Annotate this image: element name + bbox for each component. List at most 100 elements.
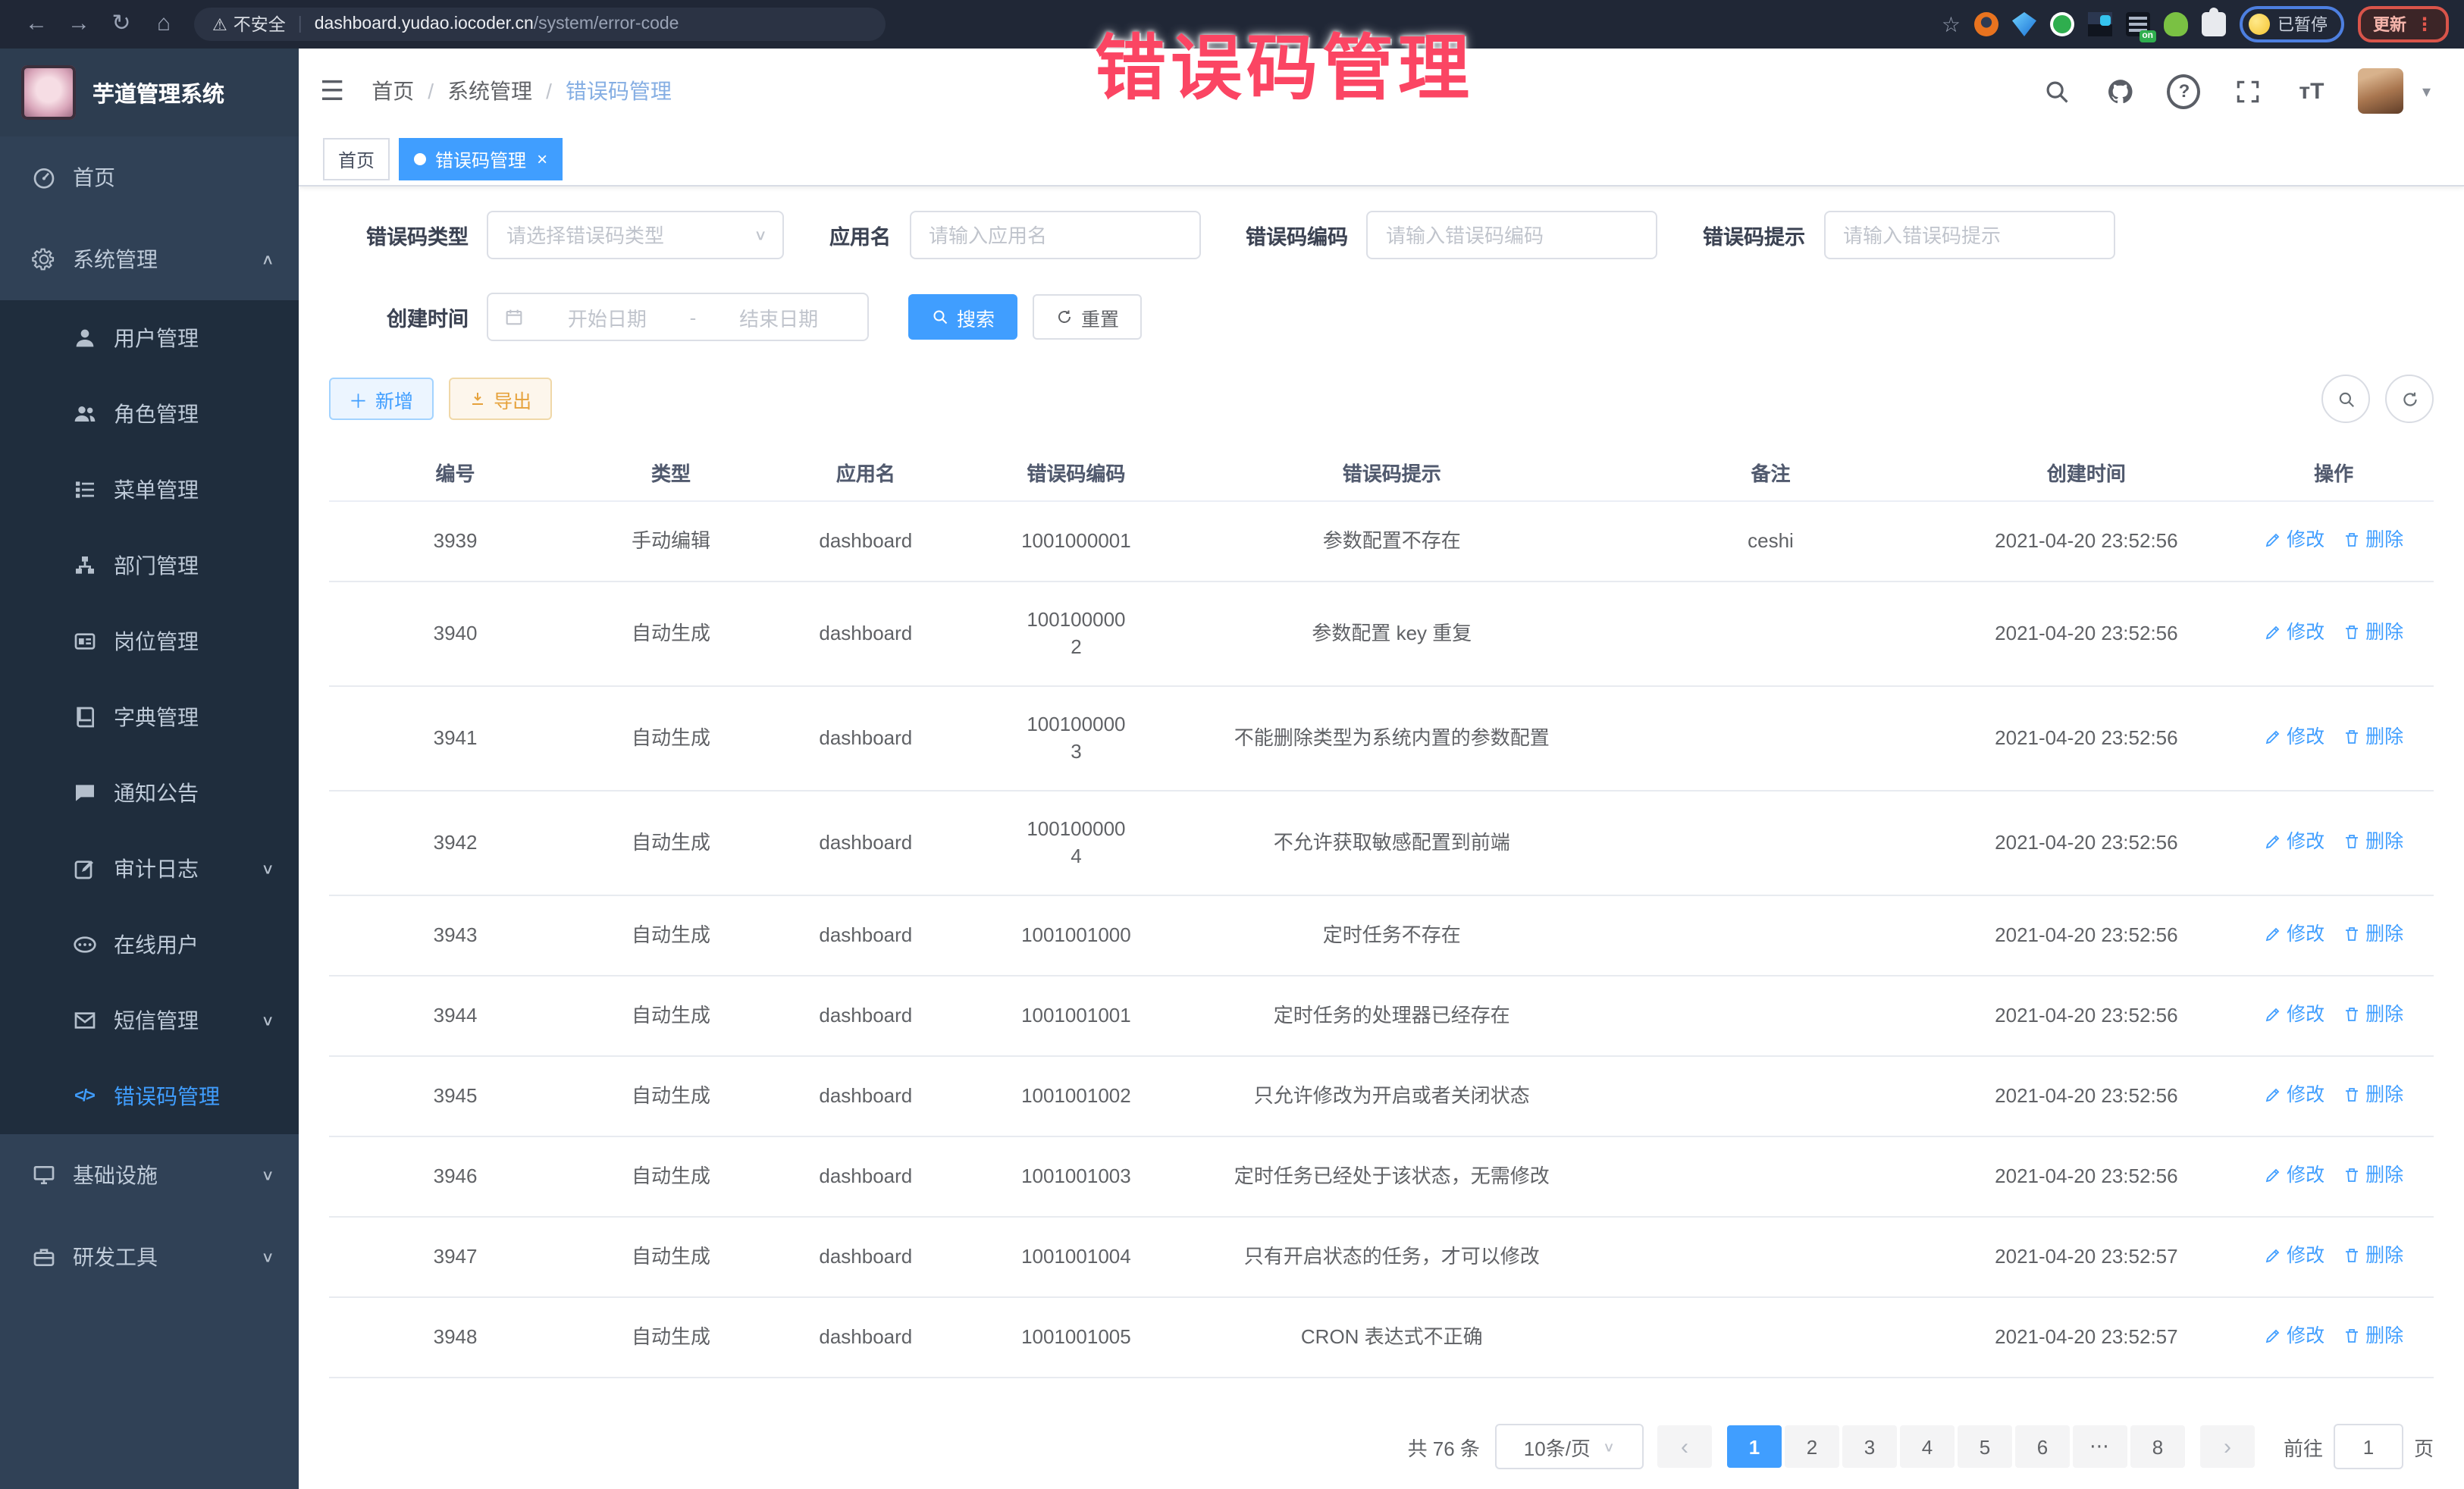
extension-icon[interactable] — [2088, 12, 2112, 36]
error-code-field[interactable] — [1368, 224, 1656, 246]
add-button[interactable]: ＋ 新增 — [329, 378, 433, 420]
sidebar-item-用户管理[interactable]: 用户管理 — [0, 300, 299, 376]
sidebar-item-研发工具[interactable]: 研发工具∨ — [0, 1216, 299, 1298]
address-bar[interactable]: ⚠ 不安全 | dashboard.yudao.iocoder.cn/syste… — [194, 8, 886, 41]
date-start-placeholder[interactable]: 开始日期 — [534, 303, 681, 331]
column-header: 错误码提示 — [1181, 444, 1602, 501]
sidebar-item-审计日志[interactable]: 审计日志∨ — [0, 831, 299, 907]
browser-home-button[interactable]: ⌂ — [143, 0, 185, 49]
app-name-input[interactable] — [909, 211, 1200, 259]
font-size-icon[interactable]: тT — [2295, 74, 2328, 108]
page-button-1[interactable]: 1 — [1727, 1425, 1782, 1468]
extension-icon[interactable] — [2164, 12, 2188, 36]
sidebar-item-岗位管理[interactable]: 岗位管理 — [0, 603, 299, 679]
breadcrumb-system[interactable]: 系统管理 — [447, 76, 532, 106]
breadcrumb-home[interactable]: 首页 — [371, 76, 414, 106]
sidebar-item-label: 研发工具 — [73, 1242, 261, 1272]
error-type-select[interactable]: ∨ — [487, 211, 784, 259]
edit-row-button[interactable]: 修改 — [2264, 1001, 2324, 1028]
edit-row-button[interactable]: 修改 — [2264, 1161, 2324, 1189]
sidebar-item-部门管理[interactable]: 部门管理 — [0, 528, 299, 603]
delete-row-button[interactable]: 删除 — [2343, 920, 2403, 948]
profile-paused-chip[interactable]: 已暂停 — [2240, 6, 2344, 42]
error-code-input[interactable] — [1366, 211, 1657, 259]
sidebar-item-通知公告[interactable]: 通知公告 — [0, 755, 299, 831]
error-msg-field[interactable] — [1825, 224, 2113, 246]
delete-row-button[interactable]: 删除 — [2343, 1242, 2403, 1269]
edit-row-button[interactable]: 修改 — [2264, 619, 2324, 646]
security-label[interactable]: 不安全 — [234, 12, 286, 36]
browser-menu-kebab-icon[interactable]: ⋮ — [2415, 14, 2434, 35]
error-type-select-input[interactable] — [488, 224, 754, 246]
sidebar-item-系统管理[interactable]: 系统管理∧ — [0, 218, 299, 300]
help-docs-icon[interactable]: ? — [2168, 74, 2201, 108]
sidebar-item-短信管理[interactable]: 短信管理∨ — [0, 983, 299, 1058]
search-button[interactable]: 搜索 — [908, 294, 1017, 340]
browser-update-button[interactable]: 更新 ⋮ — [2358, 6, 2449, 42]
sidebar-item-首页[interactable]: 首页 — [0, 136, 299, 218]
edit-row-button[interactable]: 修改 — [2264, 828, 2324, 855]
jump-page-input[interactable] — [2334, 1424, 2403, 1469]
tab-error-code-label: 错误码管理 — [435, 146, 526, 172]
sidebar-item-角色管理[interactable]: 角色管理 — [0, 376, 299, 452]
extensions-puzzle-icon[interactable] — [2202, 12, 2226, 36]
edit-row-button[interactable]: 修改 — [2264, 723, 2324, 751]
reset-button[interactable]: 重置 — [1033, 294, 1142, 340]
edit-row-button[interactable]: 修改 — [2264, 1081, 2324, 1108]
extension-icon[interactable] — [2012, 12, 2036, 36]
browser-reload-button[interactable]: ↻ — [100, 0, 143, 49]
sidebar-item-错误码管理[interactable]: </>错误码管理 — [0, 1058, 299, 1134]
github-icon[interactable] — [2104, 74, 2137, 108]
trash-icon — [2343, 1246, 2361, 1265]
extension-icon[interactable] — [2050, 12, 2074, 36]
delete-row-button[interactable]: 删除 — [2343, 723, 2403, 751]
app-name-field[interactable] — [911, 224, 1199, 246]
edit-row-button[interactable]: 修改 — [2264, 920, 2324, 948]
bookmark-star-icon[interactable]: ☆ — [1942, 11, 1961, 37]
browser-back-button[interactable]: ← — [15, 0, 58, 49]
delete-row-button[interactable]: 删除 — [2343, 619, 2403, 646]
export-button[interactable]: 导出 — [448, 378, 551, 420]
delete-row-button[interactable]: 删除 — [2343, 1322, 2403, 1350]
pager-ellipsis[interactable]: ⋯ — [2073, 1425, 2127, 1468]
delete-row-button[interactable]: 删除 — [2343, 828, 2403, 855]
header-search-icon[interactable] — [2040, 74, 2074, 108]
fullscreen-icon[interactable] — [2231, 74, 2265, 108]
refresh-table-button[interactable] — [2385, 375, 2434, 423]
edit-row-button[interactable]: 修改 — [2264, 526, 2324, 553]
delete-row-button[interactable]: 删除 — [2343, 1081, 2403, 1108]
page-button-3[interactable]: 3 — [1842, 1425, 1897, 1468]
sidebar-item-在线用户[interactable]: 在线用户 — [0, 907, 299, 983]
delete-row-button[interactable]: 删除 — [2343, 526, 2403, 553]
sidebar-logo[interactable]: 芋道管理系统 — [0, 49, 299, 136]
tab-home[interactable]: 首页 — [323, 138, 390, 180]
delete-row-button[interactable]: 删除 — [2343, 1161, 2403, 1189]
extension-icon[interactable]: on — [2126, 12, 2150, 36]
toggle-search-button[interactable] — [2321, 375, 2370, 423]
sidebar-item-字典管理[interactable]: 字典管理 — [0, 679, 299, 755]
user-avatar[interactable] — [2359, 68, 2404, 114]
page-button-2[interactable]: 2 — [1785, 1425, 1839, 1468]
user-menu-caret-icon[interactable]: ▾ — [2422, 81, 2431, 101]
tab-close-icon[interactable]: × — [537, 149, 547, 170]
edit-row-button[interactable]: 修改 — [2264, 1322, 2324, 1350]
delete-row-button[interactable]: 删除 — [2343, 1001, 2403, 1028]
next-page-button[interactable]: › — [2200, 1425, 2255, 1468]
prev-page-button[interactable]: ‹ — [1657, 1425, 1712, 1468]
edit-row-button[interactable]: 修改 — [2264, 1242, 2324, 1269]
extension-icon[interactable] — [1974, 12, 1998, 36]
page-button-4[interactable]: 4 — [1900, 1425, 1955, 1468]
page-button-5[interactable]: 5 — [1958, 1425, 2012, 1468]
page-button-6[interactable]: 6 — [2015, 1425, 2070, 1468]
date-range-picker[interactable]: 开始日期 - 结束日期 — [487, 293, 869, 341]
page-size-select[interactable]: 10条/页 ∨ — [1495, 1424, 1644, 1469]
sidebar-item-label: 用户管理 — [114, 323, 274, 353]
sidebar-toggle-hamburger-icon[interactable]: ☰ — [320, 75, 344, 107]
page-button-8[interactable]: 8 — [2130, 1425, 2185, 1468]
tab-error-code[interactable]: 错误码管理 × — [399, 138, 563, 180]
sidebar-item-基础设施[interactable]: 基础设施∨ — [0, 1134, 299, 1216]
sidebar-item-菜单管理[interactable]: 菜单管理 — [0, 452, 299, 528]
error-msg-input[interactable] — [1823, 211, 2114, 259]
browser-forward-button[interactable]: → — [58, 0, 100, 49]
date-end-placeholder[interactable]: 结束日期 — [705, 303, 852, 331]
